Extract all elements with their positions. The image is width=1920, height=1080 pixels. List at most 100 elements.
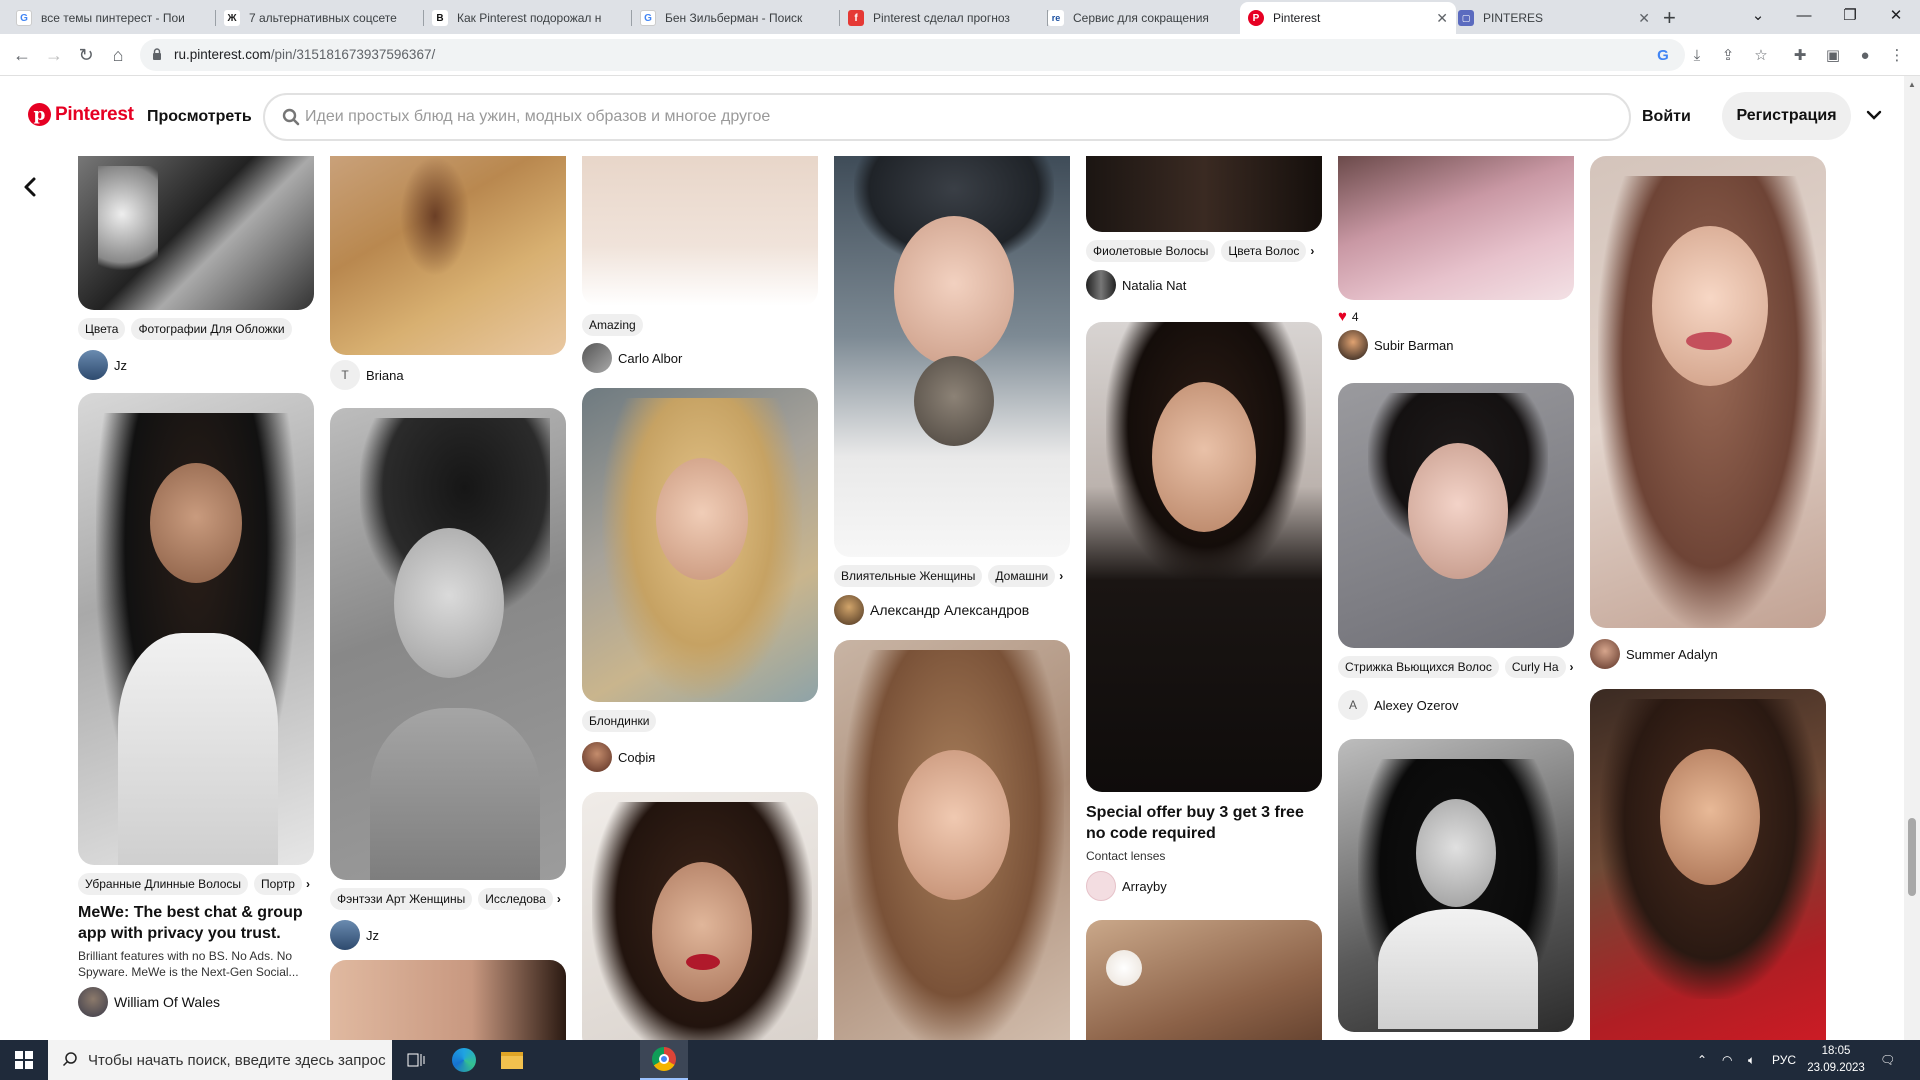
pin-image[interactable]	[330, 960, 566, 1040]
file-explorer-icon[interactable]	[488, 1040, 536, 1080]
share-icon[interactable]: ⇪	[1718, 45, 1738, 65]
pin-card[interactable]: Стрижка Вьющихся Волос Curly Ha › A Alex…	[1338, 383, 1574, 721]
pin-owner[interactable]: Софія	[582, 741, 818, 773]
pin-owner[interactable]: A Alexey Ozerov	[1338, 689, 1574, 721]
tag-chip[interactable]: Убранные Длинные Волосы	[78, 873, 249, 895]
chevron-down-icon[interactable]	[1864, 105, 1884, 125]
pin-owner[interactable]: Subir Barman	[1338, 329, 1574, 361]
pin-card[interactable]	[582, 792, 818, 1040]
windows-start-icon[interactable]	[0, 1040, 48, 1080]
tag-chip[interactable]: Фиолетовые Волосы	[1086, 240, 1216, 262]
pin-image[interactable]	[1590, 689, 1826, 1040]
scroll-up-icon[interactable]: ▲	[1908, 80, 1916, 89]
tag-chip[interactable]: Влиятельные Женщины	[834, 565, 983, 587]
extensions-icon[interactable]: ✚	[1790, 45, 1810, 65]
tag-chip[interactable]: Портр	[254, 873, 302, 895]
pin-image[interactable]	[1086, 322, 1322, 792]
search-input[interactable]	[305, 105, 1605, 129]
browser-tab[interactable]: B Как Pinterest подорожал н	[424, 2, 632, 34]
pin-image[interactable]	[834, 640, 1070, 1040]
profile-icon[interactable]: ●	[1855, 45, 1875, 65]
language-indicator[interactable]: РУС	[1772, 1040, 1796, 1080]
browser-tab[interactable]: G Бен Зильберман - Поиск	[632, 2, 840, 34]
tag-chip[interactable]: Фотографии Для Обложки	[131, 318, 292, 340]
pin-card[interactable]: Amazing Carlo Albor	[582, 156, 818, 374]
pin-owner[interactable]: Arrayby	[1086, 870, 1322, 902]
pin-card[interactable]: Фиолетовые Волосы Цвета Волос › Natalia …	[1086, 156, 1322, 301]
chevron-right-icon[interactable]: ›	[1310, 244, 1314, 258]
chevron-right-icon[interactable]: ›	[306, 877, 310, 891]
pin-card[interactable]: Убранные Длинные Волосы Портр › MeWe: Th…	[78, 393, 314, 1018]
signup-button[interactable]: Регистрация	[1722, 92, 1851, 140]
close-tab-icon[interactable]: ✕	[1638, 10, 1650, 27]
pin-card[interactable]: T Briana	[330, 156, 566, 391]
browser-tab[interactable]: re Сервис для сокращения	[1040, 2, 1248, 34]
scrollbar-thumb[interactable]	[1908, 818, 1916, 896]
tag-chip[interactable]: Curly Ha	[1504, 656, 1566, 678]
pin-card[interactable]: Фэнтэзи Арт Женщины Исследова › Jz	[330, 408, 566, 951]
chevron-right-icon[interactable]: ›	[557, 892, 561, 906]
login-button[interactable]: Войти	[1642, 108, 1691, 126]
pin-card[interactable]: Цвета Фотографии Для Обложки Jz	[78, 156, 314, 381]
pin-image[interactable]	[582, 792, 818, 1040]
pin-owner[interactable]: Jz	[78, 349, 314, 381]
maximize-icon[interactable]: ❐	[1827, 0, 1873, 30]
pin-image[interactable]	[582, 388, 818, 702]
page-scrollbar[interactable]: ▲	[1904, 76, 1920, 1040]
notifications-icon[interactable]: 🗨︎	[1880, 1040, 1895, 1080]
chrome-icon[interactable]	[640, 1040, 688, 1080]
task-view-icon[interactable]	[392, 1040, 440, 1080]
tab-search-icon[interactable]: ⌄	[1735, 0, 1781, 30]
browser-tab-active[interactable]: P Pinterest ✕	[1240, 2, 1456, 34]
pin-image[interactable]	[1086, 920, 1322, 1040]
pin-owner[interactable]: William Of Wales	[78, 986, 314, 1018]
pin-card[interactable]	[1338, 739, 1574, 1032]
pin-title[interactable]: MeWe: The best chat & group app with pri…	[78, 902, 314, 944]
pin-image[interactable]	[78, 393, 314, 865]
browser-tab[interactable]: ▢ PINTERES ✕	[1450, 2, 1658, 34]
chevron-right-icon[interactable]: ›	[1059, 569, 1063, 583]
pin-owner[interactable]: T Briana	[330, 359, 566, 391]
pinterest-logo[interactable]: p Pinterest	[28, 103, 134, 126]
tag-chip[interactable]: Цвета	[78, 318, 126, 340]
tag-chip[interactable]: Стрижка Вьющихся Волос	[1338, 656, 1499, 678]
pin-owner[interactable]: Natalia Nat	[1086, 269, 1322, 301]
edge-icon[interactable]	[440, 1040, 488, 1080]
google-lens-icon[interactable]: G	[1653, 45, 1673, 65]
pin-card[interactable]	[1086, 920, 1322, 1040]
pin-card[interactable]: ♥ 4 Subir Barman	[1338, 156, 1574, 361]
pin-title[interactable]: Special offer buy 3 get 3 free no code r…	[1086, 802, 1322, 844]
volume-icon[interactable]: 🔈︎	[1748, 1040, 1755, 1080]
pin-card[interactable]: Блондинки Софія	[582, 388, 818, 773]
pin-image[interactable]	[330, 156, 566, 355]
menu-kebab-icon[interactable]: ⋮	[1887, 45, 1907, 65]
network-icon[interactable]: ◠	[1722, 1040, 1732, 1080]
pin-card[interactable]	[330, 960, 566, 1040]
pin-image[interactable]	[1338, 156, 1574, 300]
search-box[interactable]	[263, 93, 1631, 141]
pin-image[interactable]	[330, 408, 566, 880]
minimize-icon[interactable]: —	[1781, 0, 1827, 30]
pin-image[interactable]	[834, 156, 1070, 557]
close-tab-icon[interactable]: ✕	[1436, 10, 1448, 27]
bookmark-star-icon[interactable]: ☆	[1751, 45, 1771, 65]
pin-image[interactable]	[582, 156, 818, 306]
back-icon[interactable]: ←	[10, 43, 34, 67]
pin-owner[interactable]: Carlo Albor	[582, 342, 818, 374]
pin-card[interactable]	[834, 640, 1070, 1040]
pin-card[interactable]: Влиятельные Женщины Домашни › Александр …	[834, 156, 1070, 626]
tag-chip[interactable]: Цвета Волос	[1221, 240, 1307, 262]
install-icon[interactable]: ⤓	[1687, 45, 1707, 65]
browser-tab[interactable]: Ж 7 альтернативных соцсете	[216, 2, 424, 34]
new-tab-icon[interactable]: +	[1663, 5, 1676, 31]
home-icon[interactable]: ⌂	[106, 43, 130, 67]
pin-card[interactable]: Summer Adalyn	[1590, 156, 1826, 670]
reload-icon[interactable]: ↻	[74, 43, 98, 67]
side-panel-icon[interactable]: ▣	[1823, 45, 1843, 65]
tag-chip[interactable]: Amazing	[582, 314, 643, 336]
pin-image[interactable]	[1590, 156, 1826, 628]
pin-image[interactable]	[1338, 739, 1574, 1032]
pin-owner[interactable]: Summer Adalyn	[1590, 638, 1826, 670]
pin-image[interactable]	[78, 156, 314, 310]
close-window-icon[interactable]: ✕	[1873, 0, 1919, 30]
